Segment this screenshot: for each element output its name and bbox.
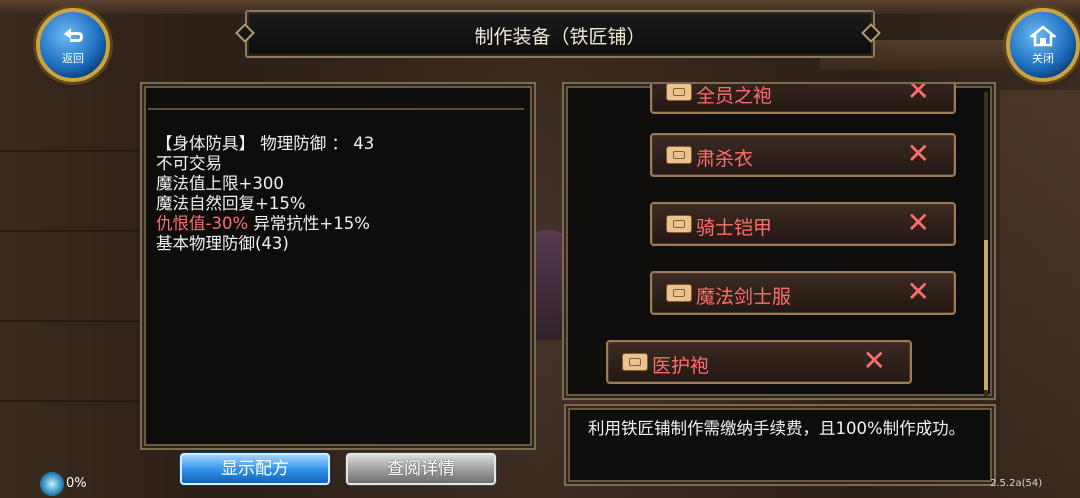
scroll-icon: [666, 215, 692, 233]
recipe-name: 医护袍: [652, 355, 710, 377]
back-button[interactable]: 返回: [36, 8, 110, 82]
floor-plank: [0, 230, 140, 232]
resist-stat: 异常抗性+15%: [248, 214, 370, 233]
recipe-list-panel: 全员之袍 ✕ 肃杀衣 ✕ 骑士铠甲 ✕ 魔法剑士服 ✕ 医护袍 ✕: [562, 82, 996, 400]
hate-stat: 仇恨值-30%: [156, 214, 249, 233]
scroll-icon: [666, 84, 692, 101]
recipe-item[interactable]: 魔法剑士服 ✕: [650, 271, 956, 315]
recipe-name: 骑士铠甲: [696, 217, 773, 239]
remove-icon[interactable]: ✕: [863, 347, 886, 375]
notice-panel: 利用铁匠铺制作需缴纳手续费，且100%制作成功。: [564, 404, 996, 486]
mp-max-line: 魔法值上限+300: [156, 174, 284, 193]
floor-plank: [0, 320, 140, 322]
floor-plank: [0, 400, 140, 402]
item-type-line: 【身体防具】 物理防御 ： 43: [156, 134, 375, 153]
panel-header-divider: [148, 86, 524, 110]
scroll-icon: [622, 353, 648, 371]
mp-regen-line: 魔法自然回复+15%: [156, 194, 306, 213]
scroll-icon: [666, 284, 692, 302]
wall-panel: [1000, 90, 1080, 490]
back-arrow-icon: [64, 28, 83, 42]
view-detail-button[interactable]: 查阅详情: [346, 453, 496, 485]
remove-icon[interactable]: ✕: [907, 84, 930, 105]
back-label: 返回: [62, 52, 84, 65]
recipe-scrollbar[interactable]: [984, 92, 988, 396]
recipe-item[interactable]: 肃杀衣 ✕: [650, 133, 956, 177]
close-label: 关闭: [1032, 52, 1054, 65]
hate-resist-line: 仇恨值-30% 异常抗性+15%: [156, 214, 374, 234]
remove-icon[interactable]: ✕: [907, 140, 930, 168]
show-recipe-button[interactable]: 显示配方: [180, 453, 330, 485]
item-info-panel: 【身体防具】 物理防御 ： 43 不可交易 魔法值上限+300 魔法自然回复+1…: [140, 82, 536, 450]
scroll-icon: [666, 146, 692, 164]
title-bar: 制作装备（铁匠铺）: [245, 10, 875, 58]
base-defense-line: 基本物理防御(43): [156, 234, 289, 253]
recipe-item[interactable]: 全员之袍 ✕: [650, 84, 956, 114]
close-button[interactable]: 关闭: [1006, 8, 1080, 82]
floor-plank: [0, 150, 140, 152]
remove-icon[interactable]: ✕: [907, 278, 930, 306]
trade-line: 不可交易: [156, 154, 222, 173]
recipe-name: 魔法剑士服: [696, 286, 792, 308]
status-percent: 0%: [66, 476, 87, 491]
home-icon: [1030, 25, 1056, 47]
version-label: 2.5.2a(54): [990, 478, 1043, 489]
recipe-name: 肃杀衣: [696, 148, 754, 170]
notice-text: 利用铁匠铺制作需缴纳手续费，且100%制作成功。: [588, 419, 966, 438]
remove-icon[interactable]: ✕: [907, 209, 930, 237]
network-status-icon: [40, 472, 64, 496]
scrollbar-thumb[interactable]: [984, 240, 988, 390]
page-title: 制作装备（铁匠铺）: [474, 26, 646, 48]
item-stats: 【身体防具】 物理防御 ： 43 不可交易 魔法值上限+300 魔法自然回复+1…: [156, 134, 374, 254]
recipe-name: 全员之袍: [696, 85, 773, 107]
recipe-item-selected[interactable]: 医护袍 ✕: [606, 340, 912, 384]
recipe-item[interactable]: 骑士铠甲 ✕: [650, 202, 956, 246]
